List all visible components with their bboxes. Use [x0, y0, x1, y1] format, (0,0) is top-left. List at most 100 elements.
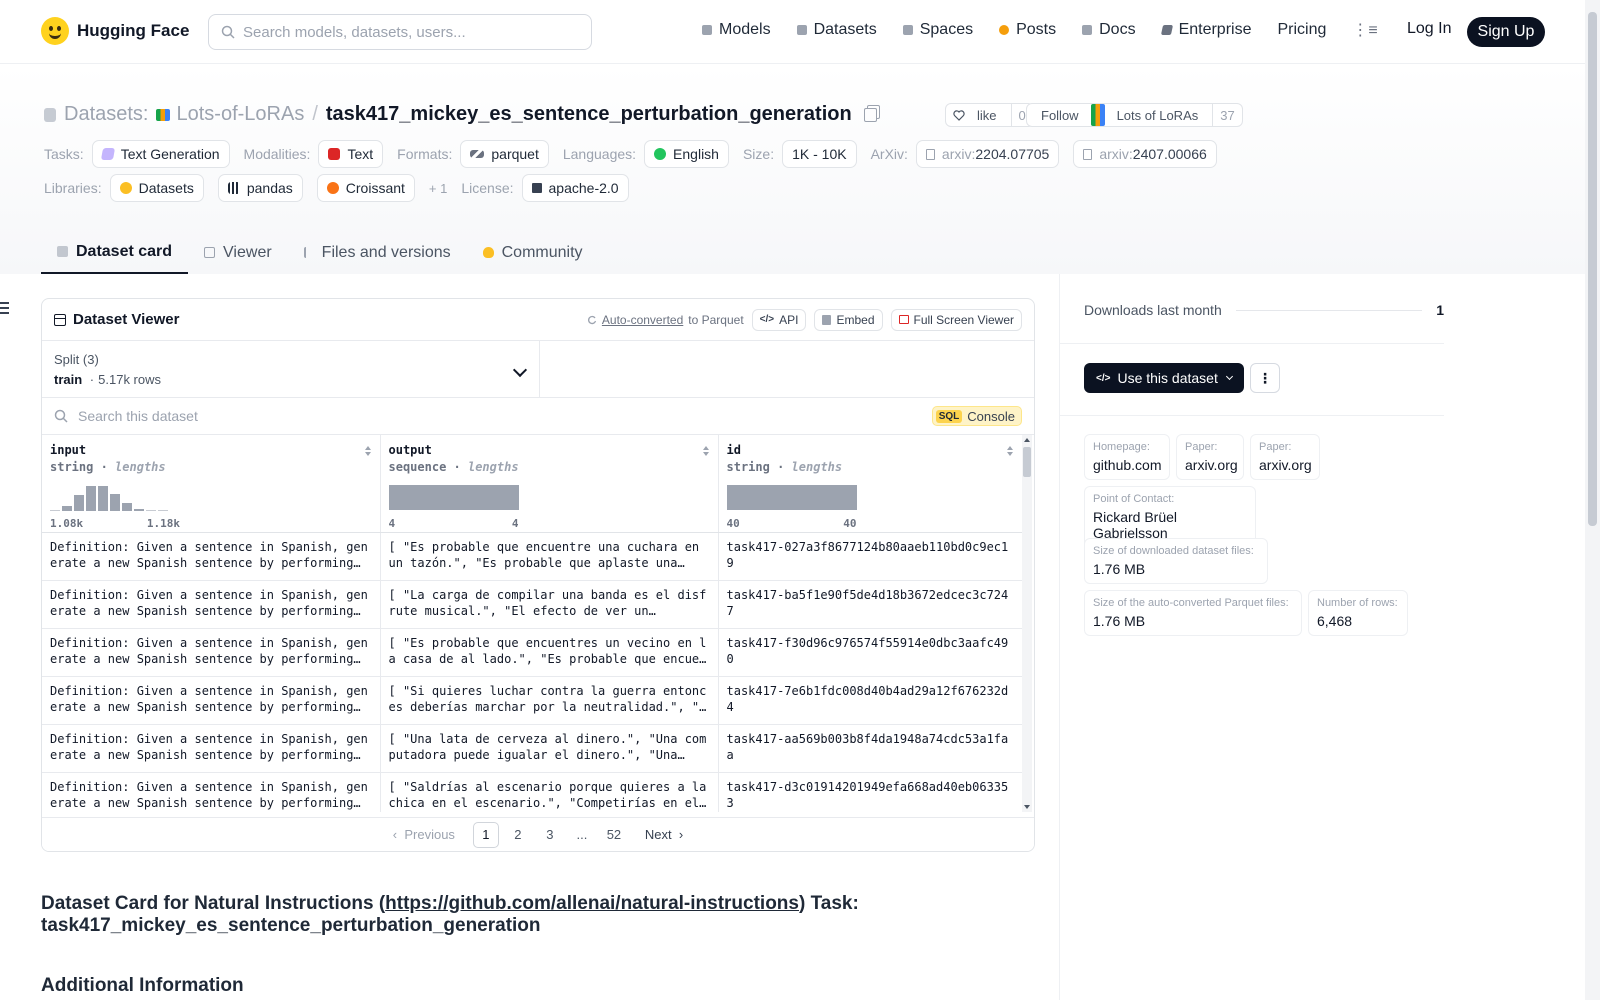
table-row[interactable]: Definition: Given a sentence in Spanish,…	[42, 676, 1023, 725]
sort-icon[interactable]	[364, 446, 372, 456]
table-row[interactable]: Definition: Given a sentence in Spanish,…	[42, 724, 1023, 773]
previous-page-button[interactable]: ‹ Previous	[389, 822, 459, 848]
histogram-bar[interactable]	[122, 503, 132, 511]
cell-id[interactable]: task417-027a3f8677124b80aaeb110bd0c9ec19	[718, 532, 1023, 581]
auto-converted-link[interactable]: Auto-converted	[602, 313, 683, 327]
histogram-bar[interactable]	[86, 486, 96, 511]
cell-output[interactable]: [ "Es probable que encuentres un vecino …	[380, 628, 719, 677]
meta-paper-1[interactable]: Paper: arxiv.org	[1176, 434, 1244, 480]
dataset-search-input[interactable]	[78, 408, 778, 424]
full-screen-viewer-button[interactable]: Full Screen Viewer	[890, 308, 1022, 331]
histogram-bar[interactable]	[146, 510, 156, 511]
cell-input[interactable]: Definition: Given a sentence in Spanish,…	[42, 676, 381, 725]
breadcrumb-datasets[interactable]: Datasets:	[64, 103, 148, 126]
next-page-button[interactable]: Next ›	[641, 822, 687, 848]
table-row[interactable]: Definition: Given a sentence in Spanish,…	[42, 532, 1023, 581]
repo-name[interactable]: task417_mickey_es_sentence_perturbation_…	[326, 103, 852, 126]
cell-input[interactable]: Definition: Given a sentence in Spanish,…	[42, 580, 381, 629]
brand-link[interactable]: Hugging Face	[41, 17, 189, 45]
nav-datasets[interactable]: Datasets	[796, 21, 877, 39]
page-2-button[interactable]: 2	[505, 822, 531, 848]
cell-output[interactable]: [ "Una lata de cerveza al dinero.", "Una…	[380, 724, 719, 773]
tag-english[interactable]: English	[644, 140, 729, 168]
nav-spaces[interactable]: Spaces	[902, 21, 973, 39]
like-button[interactable]: like 0	[945, 103, 1034, 127]
tab-dataset-card[interactable]: Dataset card	[41, 231, 189, 274]
cell-input[interactable]: Definition: Given a sentence in Spanish,…	[42, 772, 381, 812]
histogram-bar[interactable]	[50, 510, 60, 511]
scroll-up-icon[interactable]	[1024, 438, 1030, 442]
nav-pricing[interactable]: Pricing	[1277, 21, 1326, 39]
global-search[interactable]	[208, 14, 592, 50]
page-scrollbar-thumb[interactable]	[1588, 12, 1597, 526]
tag-lib-croissant[interactable]: Croissant	[316, 174, 415, 202]
tag-parquet[interactable]: parquet	[460, 140, 549, 168]
meta-homepage[interactable]: Homepage: github.com	[1084, 434, 1170, 480]
histogram-bar[interactable]	[158, 510, 168, 511]
tag-arxiv-1[interactable]: arxiv:2204.07705	[915, 140, 1060, 168]
page-3-button[interactable]: 3	[537, 822, 563, 848]
copy-icon[interactable]	[863, 107, 877, 122]
cell-input[interactable]: Definition: Given a sentence in Spanish,…	[42, 532, 381, 581]
more-menu-icon[interactable]: ⋮≡	[1352, 20, 1377, 40]
toc-toggle-icon[interactable]	[0, 302, 9, 314]
histogram-bar[interactable]	[62, 506, 72, 511]
use-this-dataset-button[interactable]: </> Use this dataset	[1084, 363, 1244, 393]
sort-icon[interactable]	[702, 446, 710, 456]
table-row[interactable]: Definition: Given a sentence in Spanish,…	[42, 580, 1023, 629]
tab-community[interactable]: Community	[467, 231, 599, 274]
split-select[interactable]: Split (3) train · 5.17k rows	[42, 341, 540, 397]
sql-console-button[interactable]: SQL Console	[931, 406, 1022, 426]
histogram-bar[interactable]	[74, 495, 84, 511]
cell-id[interactable]: task417-7e6b1fdc008d40b4ad29a12f676232d4	[718, 676, 1023, 725]
tag-text[interactable]: Text	[318, 140, 384, 168]
histogram-bar[interactable]	[98, 486, 108, 511]
cell-id[interactable]: task417-ba5f1e90f5de4d18b3672edcec3c7247	[718, 580, 1023, 629]
cell-input[interactable]: Definition: Given a sentence in Spanish,…	[42, 724, 381, 773]
tab-viewer[interactable]: Viewer	[188, 231, 288, 274]
cell-output[interactable]: [ "Si quieres luchar contra la guerra en…	[380, 676, 719, 725]
tab-files[interactable]: Files and versions	[288, 231, 467, 274]
tag-license[interactable]: apache-2.0	[521, 174, 629, 202]
meta-paper-2[interactable]: Paper: arxiv.org	[1250, 434, 1320, 480]
tag-lib-datasets[interactable]: Datasets	[109, 174, 204, 202]
tag-size[interactable]: 1K - 10K	[782, 140, 857, 168]
page-52-button[interactable]: 52	[601, 822, 627, 848]
cell-output[interactable]: [ "Saldrías al escenario porque quieres …	[380, 772, 719, 812]
card-title-link[interactable]: https://github.com/allenai/natural-instr…	[385, 893, 799, 914]
cell-id[interactable]: task417-d3c01914201949efa668ad40eb063353	[718, 772, 1023, 812]
cell-output[interactable]: [ "Es probable que encuentre una cuchara…	[380, 532, 719, 581]
nav-enterprise[interactable]: Enterprise	[1160, 21, 1251, 39]
cell-id[interactable]: task417-f30d96c976574f55914e0dbc3aafc490	[718, 628, 1023, 677]
breadcrumb-org[interactable]: Lots-of-LoRAs	[156, 103, 304, 126]
column-header-input[interactable]: input string · lengths 1.08k 1.18k	[42, 435, 381, 533]
sort-icon[interactable]	[1006, 446, 1014, 456]
nav-models[interactable]: Models	[702, 21, 771, 39]
nav-docs[interactable]: Docs	[1082, 21, 1136, 39]
scroll-down-icon[interactable]	[1024, 805, 1030, 809]
page-1-button[interactable]: 1	[472, 821, 499, 848]
table-row[interactable]: Definition: Given a sentence in Spanish,…	[42, 772, 1023, 812]
follow-button[interactable]: Follow Lots of LoRAs 37	[1026, 103, 1243, 127]
column-header-output[interactable]: output sequence · lengths 44	[380, 435, 719, 533]
cell-output[interactable]: [ "La carga de compilar una banda es el …	[380, 580, 719, 629]
tag-arxiv-2[interactable]: arxiv:2407.00066	[1073, 140, 1217, 168]
global-search-input[interactable]	[243, 23, 573, 41]
nav-posts[interactable]: Posts	[999, 21, 1056, 39]
table-row[interactable]: Definition: Given a sentence in Spanish,…	[42, 628, 1023, 677]
more-libraries[interactable]: + 1	[429, 181, 447, 196]
column-header-id[interactable]: id string · lengths 40 40	[718, 435, 1023, 533]
scrollbar-thumb[interactable]	[1023, 447, 1031, 477]
login-link[interactable]: Log In	[1407, 20, 1451, 38]
signup-button[interactable]: Sign Up	[1467, 17, 1545, 47]
api-button[interactable]: </> API	[751, 308, 807, 331]
histogram-bar[interactable]	[110, 494, 120, 511]
more-options-button[interactable]: ⋮	[1250, 363, 1280, 393]
cell-input[interactable]: Definition: Given a sentence in Spanish,…	[42, 628, 381, 677]
page-scrollbar[interactable]	[1585, 0, 1600, 1000]
table-scrollbar[interactable]	[1022, 435, 1032, 812]
tag-lib-pandas[interactable]: pandas	[217, 174, 303, 202]
embed-button[interactable]: Embed	[814, 308, 883, 331]
cell-id[interactable]: task417-aa569b003b8f4da1948a74cdc53a1faa	[718, 724, 1023, 773]
histogram-bar[interactable]	[134, 509, 144, 511]
